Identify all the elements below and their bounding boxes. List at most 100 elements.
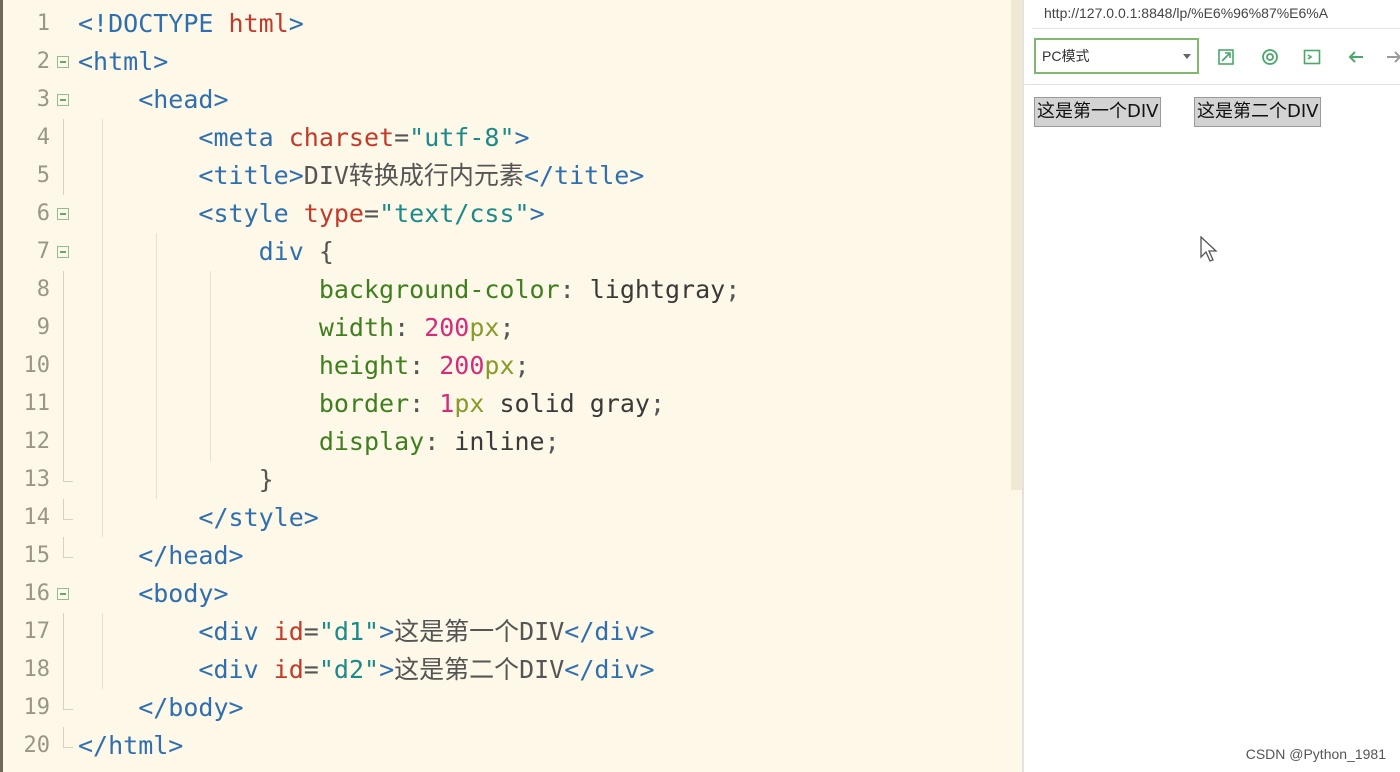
code-text[interactable]: <!DOCTYPE html>: [78, 5, 304, 43]
view-mode-label: PC模式: [1042, 48, 1090, 64]
code-token: <body>: [78, 579, 229, 608]
code-text[interactable]: div {: [78, 233, 334, 271]
code-token: <div: [78, 655, 274, 684]
code-token: html: [228, 9, 289, 38]
line-number: 5: [36, 163, 50, 188]
code-text[interactable]: }: [78, 461, 274, 499]
line-number: 12: [23, 429, 51, 454]
code-token: <!DOCTYPE: [78, 9, 229, 38]
code-token: </div>: [564, 655, 655, 684]
code-text[interactable]: </style>: [78, 499, 319, 537]
fold-guide-line: [63, 347, 64, 385]
code-token: px: [469, 313, 500, 342]
code-text[interactable]: <html>: [78, 43, 168, 81]
line-number: 9: [36, 315, 50, 340]
back-arrow-icon[interactable]: [1344, 45, 1368, 69]
open-external-icon[interactable]: [1214, 45, 1238, 69]
line-number: 13: [23, 467, 51, 492]
line-number: 17: [23, 619, 51, 644]
code-text[interactable]: <head>: [78, 81, 229, 119]
code-token: ;: [725, 275, 741, 304]
code-text[interactable]: background-color: lightgray;: [78, 271, 740, 309]
fold-guide-line: [63, 119, 64, 157]
code-editor[interactable]: 1 <!DOCTYPE html> 2 <html> 3 <head> 4 <meta c…: [0, 0, 1022, 772]
code-token: >: [514, 123, 530, 152]
code-text[interactable]: </head>: [78, 537, 244, 575]
code-token: inline: [454, 427, 545, 456]
code-text[interactable]: height: 200px;: [78, 347, 530, 385]
mouse-cursor-icon: [1200, 235, 1220, 268]
url-bar[interactable]: http://127.0.0.1:8848/lp/%E6%96%87%E6%A: [1032, 0, 1400, 29]
fold-toggle-icon[interactable]: [57, 588, 69, 600]
code-text[interactable]: <div id="d2">这是第二个DIV</div>: [78, 651, 655, 689]
rendered-div-d1: 这是第一个DIV: [1034, 97, 1162, 127]
code-text[interactable]: <title>DIV转换成行内元素</title>: [78, 157, 644, 195]
forward-arrow-icon[interactable]: [1382, 45, 1400, 69]
code-text[interactable]: </body>: [78, 689, 243, 727]
code-token: </head>: [78, 541, 244, 570]
browser-preview-panel: http://127.0.0.1:8848/lp/%E6%96%87%E6%A …: [1022, 0, 1400, 772]
code-text[interactable]: <div id="d1">这是第一个DIV</div>: [78, 613, 655, 651]
code-token: id: [273, 617, 304, 646]
code-token: 这是第二个DIV: [394, 655, 565, 684]
code-token: =: [303, 617, 319, 646]
code-token: solid gray: [484, 389, 650, 418]
fold-guide-line: [63, 651, 64, 689]
code-text[interactable]: <meta charset="utf-8">: [78, 119, 530, 157]
watermark: CSDN @Python_1981: [1245, 746, 1386, 762]
rendered-div-d2: 这是第二个DIV: [1194, 97, 1322, 127]
code-text[interactable]: <body>: [78, 575, 229, 613]
code-text[interactable]: border: 1px solid gray;: [78, 385, 665, 423]
code-token: background-color: [78, 275, 560, 304]
code-token: id: [273, 655, 304, 684]
fold-guide-line: [63, 309, 64, 347]
code-token: :: [559, 275, 590, 304]
code-token: >: [379, 655, 395, 684]
code-token: "d2": [318, 655, 380, 684]
line-number: 16: [23, 581, 51, 606]
code-token: </style>: [78, 503, 319, 532]
fold-end-marker: [63, 537, 73, 558]
code-token: ;: [514, 351, 530, 380]
code-token: px: [484, 351, 515, 380]
fold-toggle-icon[interactable]: [57, 208, 69, 220]
console-icon[interactable]: [1300, 45, 1324, 69]
editor-gutter-edge: [0, 0, 3, 772]
line-number: 20: [23, 733, 51, 758]
code-text[interactable]: </html>: [78, 727, 183, 765]
code-token: </html>: [78, 731, 184, 760]
line-number: 18: [23, 657, 51, 682]
code-token: lightgray: [589, 275, 726, 304]
code-token: </title>: [523, 161, 645, 190]
view-mode-select[interactable]: PC模式: [1034, 38, 1199, 74]
code-token: charset: [288, 123, 395, 152]
code-token: 200: [439, 351, 485, 380]
code-token: height: [78, 351, 410, 380]
code-token: display: [78, 427, 425, 456]
code-text[interactable]: width: 200px;: [78, 309, 515, 347]
code-token: >: [288, 9, 304, 38]
code-token: <title>: [78, 161, 304, 190]
code-token: <head>: [78, 85, 229, 114]
code-token: 1: [439, 389, 455, 418]
settings-icon[interactable]: [1258, 45, 1282, 69]
fold-toggle-icon[interactable]: [57, 94, 69, 106]
code-text[interactable]: display: inline;: [78, 423, 560, 461]
code-token: :: [394, 313, 425, 342]
code-token: </div>: [564, 617, 655, 646]
editor-scrollbar[interactable]: [1011, 0, 1022, 490]
fold-toggle-icon[interactable]: [57, 56, 69, 68]
code-token: 200: [424, 313, 470, 342]
fold-guide-line: [63, 423, 64, 461]
line-number: 11: [23, 391, 51, 416]
code-token: type: [303, 199, 364, 228]
fold-toggle-icon[interactable]: [57, 246, 69, 258]
code-token: border: [78, 389, 410, 418]
line-number: 19: [23, 695, 51, 720]
code-token: px: [454, 389, 485, 418]
code-token: "text/css": [379, 199, 530, 228]
fold-end-marker: [63, 499, 73, 520]
fold-guide-line: [63, 613, 64, 651]
code-text[interactable]: <style type="text/css">: [78, 195, 544, 233]
code-token: }: [78, 465, 274, 494]
